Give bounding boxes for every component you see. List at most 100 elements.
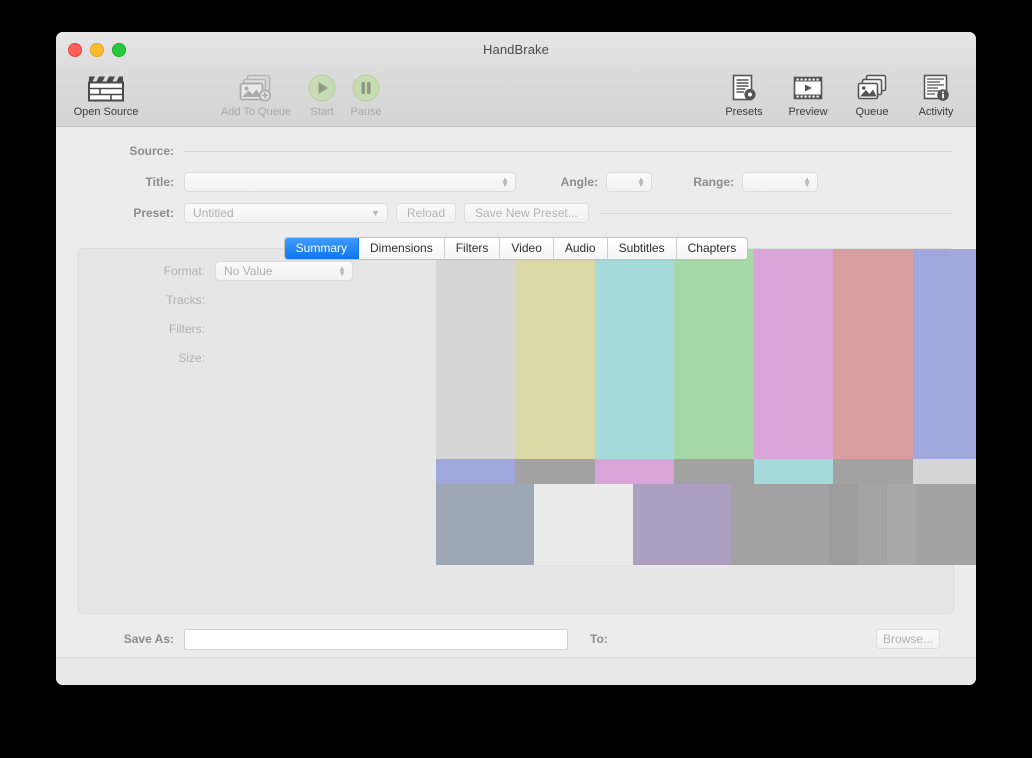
toolbar-start-button[interactable]: Start <box>300 68 344 118</box>
tab-video[interactable]: Video <box>500 238 554 259</box>
toolbar-pause-label: Pause <box>350 106 382 118</box>
size-label: Size: <box>178 351 205 365</box>
preview-color-bars[interactable] <box>436 249 976 565</box>
preset-label: Preset: <box>133 206 174 220</box>
window-traffic-lights <box>68 43 126 57</box>
handbrake-window: HandBrake Open Source Add To Queue Start… <box>56 32 976 685</box>
color-bar-blue <box>913 249 976 459</box>
save-new-preset-button[interactable]: Save New Preset... <box>464 203 589 223</box>
presets-icon <box>730 73 758 103</box>
color-bar-super-white <box>534 484 633 565</box>
filters-label: Filters: <box>169 322 205 336</box>
toolbar-queue-button[interactable]: Queue <box>840 68 904 118</box>
format-label: Format: <box>163 264 205 278</box>
tab-summary[interactable]: Summary <box>284 238 360 259</box>
film-preview-icon <box>793 73 823 103</box>
color-bar-blue <box>436 459 515 484</box>
toolbar-presets-button[interactable]: Presets <box>712 68 776 118</box>
toolbar-activity-label: Activity <box>918 106 954 118</box>
color-bar-cyan <box>754 459 833 484</box>
toolbar-open-source-button[interactable]: Open Source <box>62 68 150 118</box>
stepper-arrows-icon: ▲ ▼ <box>803 175 811 189</box>
summary-panel: Format: No Value ▲ ▼ Tracks: Filters: Si… <box>78 248 976 614</box>
preset-divider <box>598 212 952 214</box>
color-bar-black-pluge-3 <box>858 484 887 565</box>
toolbar-open-source-label: Open Source <box>73 106 139 118</box>
toolbar-preview-button[interactable]: Preview <box>776 68 840 118</box>
title-row: Title: ▲ ▼ Angle: ▲ ▼ Range: ▲ ▼ <box>56 171 976 193</box>
browse-button[interactable]: Browse... <box>876 629 940 649</box>
title-select[interactable]: ▲ ▼ <box>184 172 516 192</box>
add-media-icon <box>239 73 273 103</box>
destination-to-label: To: <box>590 632 608 646</box>
range-label: Range: <box>693 175 734 189</box>
angle-select[interactable]: ▲ ▼ <box>606 172 652 192</box>
color-bar-red <box>833 249 913 459</box>
tab-chapters[interactable]: Chapters <box>676 238 748 259</box>
source-label: Source: <box>129 144 174 158</box>
color-bar-magenta <box>595 459 674 484</box>
preset-select-value: Untitled <box>193 206 234 220</box>
save-as-row: Save As: To: Browse... <box>56 627 976 651</box>
format-select-value: No Value <box>224 264 273 278</box>
preset-row: Preset: Untitled ▼ Reload Save New Prese… <box>56 202 976 224</box>
play-icon <box>308 73 336 103</box>
window-titlebar: HandBrake <box>56 32 976 68</box>
tab-subtitles[interactable]: Subtitles <box>607 238 677 259</box>
footer-bar <box>56 658 976 685</box>
stepper-arrows-icon: ▲ ▼ <box>338 264 346 278</box>
color-bars-top-row <box>436 249 976 459</box>
preset-select[interactable]: Untitled ▼ <box>184 203 388 223</box>
range-select[interactable]: ▲ ▼ <box>742 172 818 192</box>
toolbar-preview-label: Preview <box>788 106 828 118</box>
summary-format-row: Format: No Value ▲ ▼ <box>79 261 379 281</box>
close-window-button[interactable] <box>68 43 82 57</box>
queue-stack-icon <box>857 73 887 103</box>
save-as-label: Save As: <box>123 632 174 646</box>
toolbar-queue-label: Queue <box>855 106 889 118</box>
angle-label: Angle: <box>560 175 598 189</box>
color-bar-cyan <box>595 249 674 459</box>
toolbar-activity-button[interactable]: Activity <box>904 68 968 118</box>
tab-bar: Summary Dimensions Filters Video Audio S… <box>56 237 976 260</box>
color-bar-green <box>674 249 754 459</box>
toolbar-presets-label: Presets <box>725 106 763 118</box>
maximize-window-button[interactable] <box>112 43 126 57</box>
color-bar-yellow <box>515 249 595 459</box>
tab-dimensions[interactable]: Dimensions <box>359 238 445 259</box>
color-bar-black-pluge-5 <box>916 484 976 565</box>
toolbar-add-to-queue-label: Add To Queue <box>220 106 292 118</box>
color-bar-q-purple <box>633 484 731 565</box>
main-content: Source: Title: ▲ ▼ Angle: ▲ ▼ Range: ▲ ▼… <box>56 127 976 685</box>
window-title: HandBrake <box>483 42 549 57</box>
tab-audio[interactable]: Audio <box>553 238 608 259</box>
format-select[interactable]: No Value ▲ ▼ <box>215 261 353 281</box>
source-row: Source: <box>56 143 976 159</box>
summary-fields: Format: No Value ▲ ▼ Tracks: Filters: Si… <box>79 261 379 377</box>
color-bars-bottom-row <box>436 484 976 565</box>
tab-filters[interactable]: Filters <box>444 238 501 259</box>
color-bar-grey <box>674 459 754 484</box>
reload-preset-button[interactable]: Reload <box>396 203 457 223</box>
minimize-window-button[interactable] <box>90 43 104 57</box>
color-bar-black-pluge-1 <box>731 484 829 565</box>
tracks-label: Tracks: <box>166 293 205 307</box>
color-bar-i-blue-grey <box>436 484 534 565</box>
stepper-arrows-icon: ▲ ▼ <box>501 175 509 189</box>
toolbar-add-to-queue-button[interactable]: Add To Queue <box>212 68 300 118</box>
save-as-input[interactable] <box>184 628 568 650</box>
color-bar-light-grey <box>913 459 976 484</box>
summary-size-row: Size: <box>79 348 379 368</box>
activity-log-icon <box>922 73 950 103</box>
chevron-down-icon: ▼ <box>371 208 380 218</box>
color-bar-grey <box>833 459 913 484</box>
toolbar-start-label: Start <box>310 106 334 118</box>
pause-icon <box>352 73 380 103</box>
color-bar-black-pluge-4 <box>887 484 916 565</box>
clapperboard-icon <box>88 73 124 103</box>
toolbar-pause-button[interactable]: Pause <box>344 68 388 118</box>
title-label: Title: <box>145 175 174 189</box>
stepper-arrows-icon: ▲ ▼ <box>637 175 645 189</box>
color-bars-mid-row <box>436 459 976 484</box>
summary-filters-row: Filters: <box>79 319 379 339</box>
